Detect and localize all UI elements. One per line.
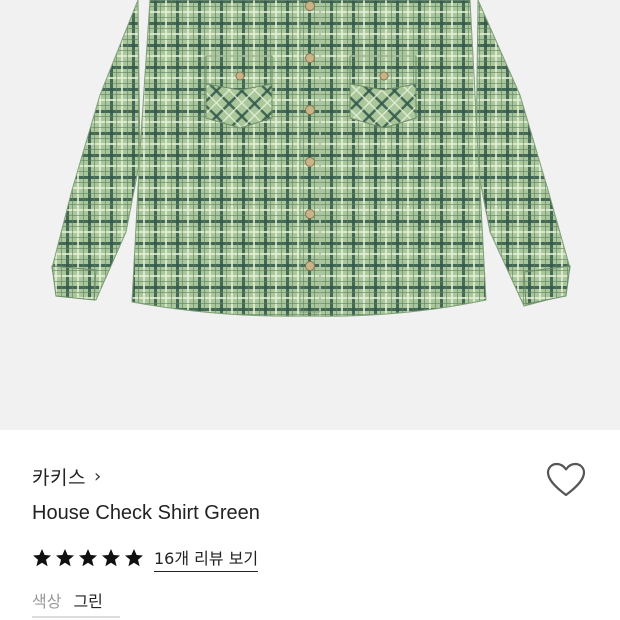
wishlist-button[interactable] [544,460,588,500]
review-link[interactable]: 16개 리뷰 보기 [154,545,259,572]
color-label: 색상 [32,592,62,611]
right-cuff [523,265,571,305]
divider [32,616,120,618]
product-image[interactable] [0,0,620,430]
star-filled-icon [125,549,143,567]
product-name: House Check Shirt Green [32,502,260,524]
brand-name: 카키스 [32,466,86,489]
right-sleeve [475,0,571,307]
star-filled-icon [56,549,74,567]
left-sleeve [51,0,141,301]
left-cuff [51,265,97,301]
heart-outline-icon [546,462,586,497]
rating-row: 16개 리뷰 보기 [32,544,259,572]
star-filled-icon [102,549,120,567]
star-filled-icon [79,549,97,567]
chevron-right-icon: › [93,465,102,487]
star-filled-icon [33,549,51,567]
shirt-illustration [51,0,571,317]
star-rating [32,548,144,568]
color-value: 그린 [73,592,103,611]
product-info: 카키스 › House Check Shirt Green 16개 리뷰 보기 … [0,430,620,620]
color-option: 색상 그린 [32,588,103,612]
brand-link[interactable]: 카키스 › [32,462,101,490]
product-detail-page: 카키스 › House Check Shirt Green 16개 리뷰 보기 … [0,0,620,620]
